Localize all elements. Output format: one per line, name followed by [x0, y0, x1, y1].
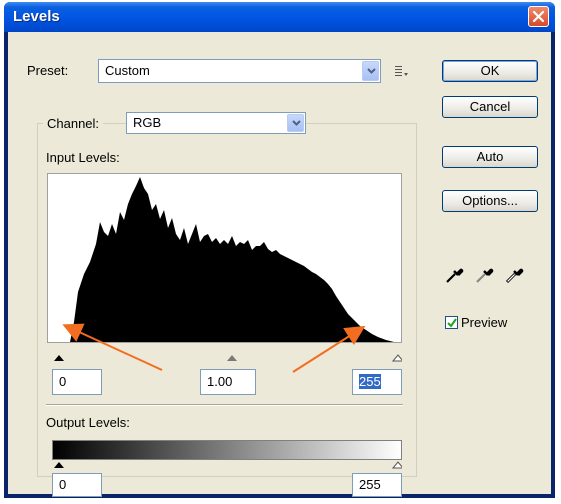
levels-dialog: Levels Preset: Custom OK Cancel Auto Opt… [4, 2, 555, 498]
close-icon [532, 10, 545, 23]
arrow-left [62, 323, 163, 371]
title-bar[interactable]: Levels [4, 2, 555, 32]
annotation-arrows [62, 323, 366, 373]
window-title: Levels [13, 8, 60, 25]
dialog-body: Preset: Custom OK Cancel Auto Options... [8, 32, 551, 497]
close-button[interactable] [528, 6, 549, 27]
arrow-right [292, 325, 366, 373]
